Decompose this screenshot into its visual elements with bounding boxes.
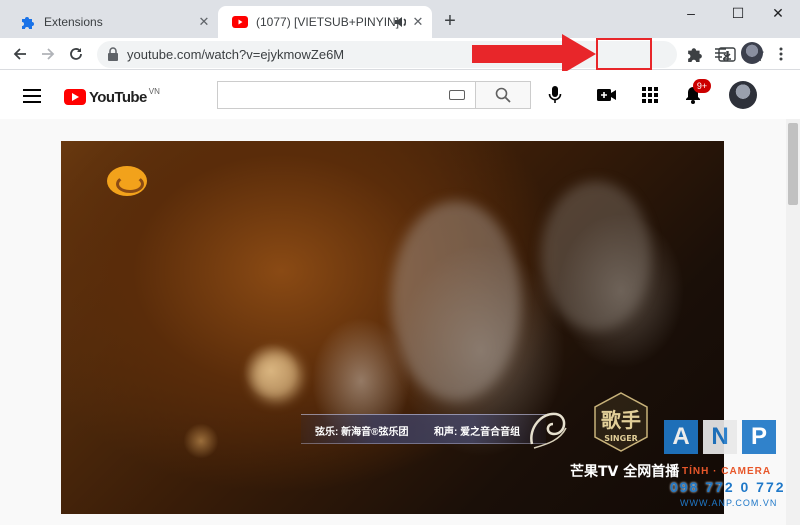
youtube-header: YouTube VN 9+ — [0, 71, 800, 119]
annotation-arrow — [472, 34, 596, 74]
puzzle-icon — [20, 14, 36, 30]
forward-icon[interactable] — [38, 44, 58, 64]
youtube-icon — [232, 14, 248, 30]
show-logo: 歌手 SINGER — [591, 391, 651, 453]
create-video-icon[interactable] — [597, 85, 617, 105]
url-text: youtube.com/watch?v=ejykmowZe6M — [127, 47, 345, 62]
tab-title: Extensions — [44, 15, 103, 29]
search-input[interactable] — [217, 81, 475, 109]
tab-extensions[interactable]: Extensions ✕ — [6, 6, 218, 38]
annotation-highlight-box — [596, 38, 652, 70]
broadcast-caption: 芒果TV 全网首播 — [570, 464, 680, 480]
watermark-website: WWW.ANP.COM.VN — [680, 498, 778, 508]
watermark-phone: 098 772 0 772 — [670, 479, 786, 495]
microphone-icon[interactable] — [545, 85, 565, 105]
reload-icon[interactable] — [66, 44, 86, 64]
watermark-letters: A N P — [664, 420, 781, 454]
country-code: VN — [148, 87, 160, 96]
watermark-subtitle: TÍNH · CAMERA — [682, 466, 772, 477]
lower-third-banner: 弦乐: 新海音®弦乐团 和声: 爱之音合音组 — [301, 414, 546, 444]
tab-title: (1077) [VIETSUB+PINYIN] ♪ I — [256, 15, 406, 29]
watermark-logo: A N P TÍNH · CAMERA 098 772 0 772 WWW.AN… — [664, 420, 784, 510]
menu-icon[interactable] — [772, 45, 790, 63]
speaker-icon[interactable] — [394, 14, 408, 30]
tab-strip: Extensions ✕ (1077) [VIETSUB+PINYIN] ♪ I… — [0, 0, 800, 38]
maximize-button[interactable]: ☐ — [728, 4, 748, 22]
minimize-button[interactable]: – — [681, 4, 701, 22]
channel-logo-icon — [107, 166, 147, 196]
hamburger-menu-icon[interactable] — [23, 89, 41, 103]
keyboard-icon[interactable] — [449, 90, 465, 100]
search-button[interactable] — [475, 81, 531, 109]
video-player[interactable]: 弦乐: 新海音®弦乐团 和声: 爱之音合音组 歌手 SINGER 芒果TV 全网… — [61, 141, 724, 514]
show-logo-text: 歌手 — [601, 408, 641, 432]
tab-close-icon[interactable]: ✕ — [410, 14, 426, 30]
back-icon[interactable] — [10, 44, 30, 64]
apps-grid-icon[interactable] — [640, 85, 660, 105]
watermark-letter: A — [664, 420, 698, 454]
close-window-button[interactable]: ✕ — [768, 4, 788, 22]
youtube-logo[interactable]: YouTube VN — [64, 87, 160, 107]
tab-youtube[interactable]: (1077) [VIETSUB+PINYIN] ♪ I ✕ — [218, 6, 432, 38]
video-blur-light — [251, 351, 301, 401]
video-blur-highlight — [391, 201, 521, 401]
new-tab-button[interactable]: + — [440, 11, 460, 31]
scrollbar-thumb[interactable] — [788, 123, 798, 205]
video-blur-highlight — [541, 181, 651, 331]
notification-badge: 9+ — [693, 79, 711, 93]
avatar[interactable] — [729, 81, 757, 109]
lower-third-right-text: 和声: 爱之音合音组 — [434, 427, 521, 438]
search-icon — [495, 87, 511, 103]
reading-list-icon[interactable] — [714, 45, 732, 63]
profile-avatar[interactable] — [741, 42, 763, 64]
ornament-swirl-icon — [530, 412, 567, 449]
browser-toolbar: youtube.com/watch?v=ejykmowZe6M — [0, 38, 800, 70]
extensions-icon[interactable] — [686, 45, 704, 63]
lower-third-left-text: 弦乐: 新海音®弦乐团 — [315, 427, 409, 438]
youtube-logo-text: YouTube — [89, 88, 147, 106]
show-logo-subtext: SINGER — [604, 434, 638, 443]
tab-close-icon[interactable]: ✕ — [196, 14, 212, 30]
watermark-letter: N — [703, 420, 737, 454]
youtube-play-icon — [64, 89, 86, 105]
lock-icon[interactable] — [107, 47, 119, 61]
watermark-letter: P — [742, 420, 776, 454]
